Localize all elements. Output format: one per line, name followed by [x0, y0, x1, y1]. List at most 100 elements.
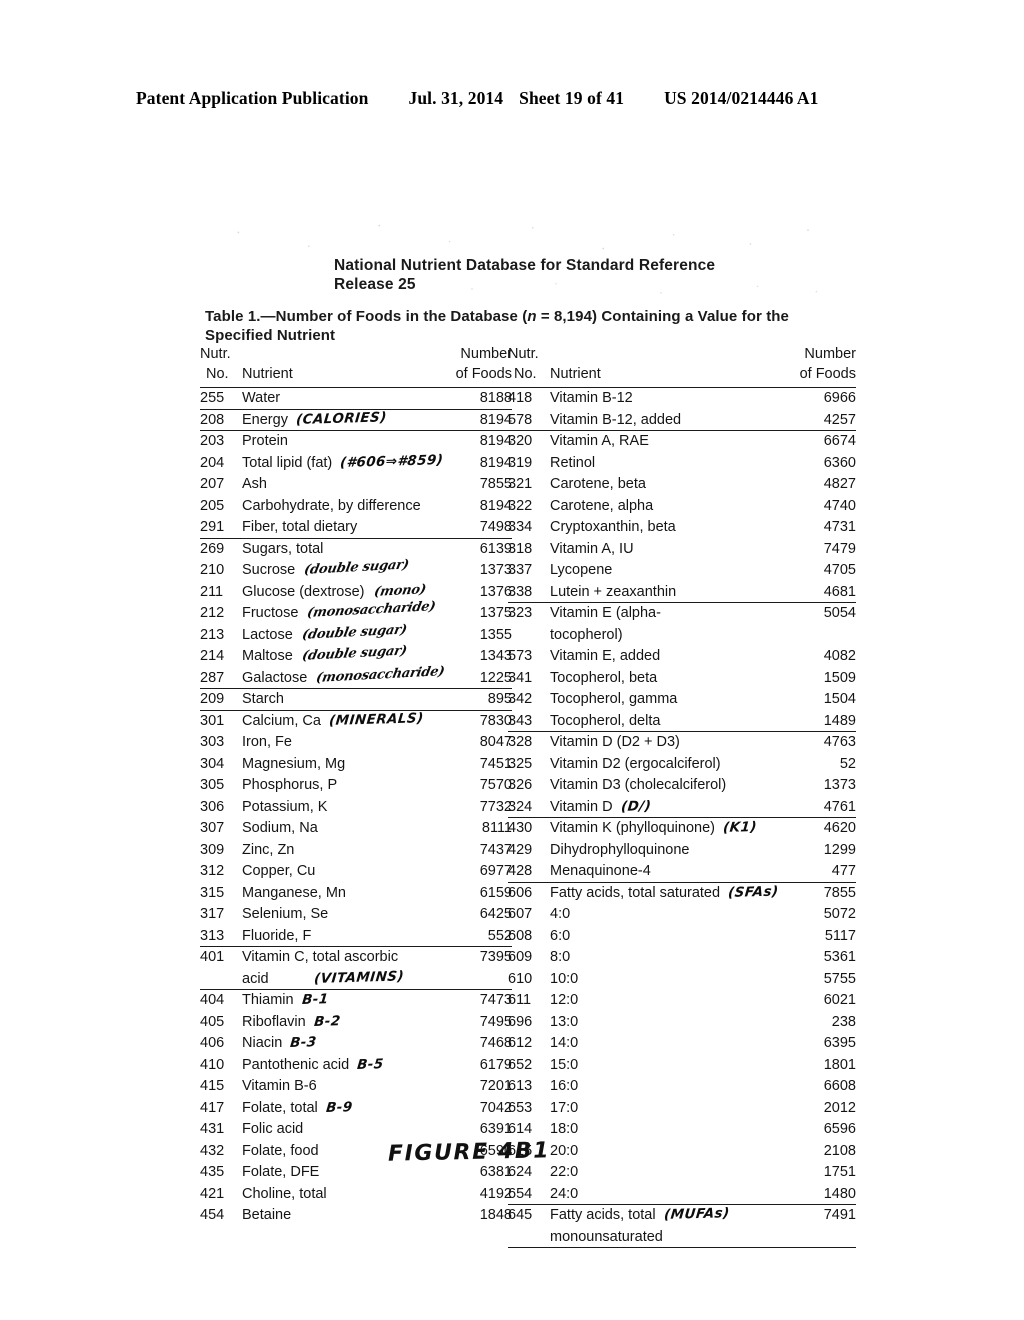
table-row: 208 Energy (CALORIES) 8194	[200, 409, 512, 431]
table-row: 429 Dihydrophylloquinone 1299	[508, 840, 856, 862]
nutrient-name: Pantothenic acid B-5	[242, 1055, 385, 1077]
number-of-foods-value: 1299	[823, 841, 856, 858]
right-rows-container: 418 Vitamin B-12 6966 578 Vitamin B-12, adde…	[508, 388, 856, 1248]
section-divider	[508, 1247, 856, 1248]
nutrient-name: Sodium, Na	[242, 818, 318, 840]
table-row: 312 Copper, Cu 6977	[200, 861, 512, 883]
nutrient-number: 324	[508, 798, 533, 815]
nutrient-name-text: Retinol	[550, 454, 596, 471]
handwritten-annotation: (SFAs)	[727, 883, 780, 901]
number-of-foods-value: 477	[831, 863, 856, 879]
nutrient-name: Sucrose (double sugar)	[242, 557, 410, 582]
nutrient-name-text: Tocopherol, gamma	[550, 691, 678, 707]
nutrient-name-text: Dihydrophylloquinone	[550, 841, 690, 858]
nutrient-number: 203	[200, 433, 225, 449]
nutrient-name: 4:0	[550, 904, 570, 926]
nutrient-number: 315	[200, 884, 225, 901]
nutrient-name-text: Sucrose	[242, 562, 296, 578]
nutrient-name: Protein	[242, 431, 288, 453]
nutrient-name-text: 6:0	[550, 927, 571, 944]
nutrient-name-line2: monounsaturated	[550, 1227, 663, 1249]
nutrient-name-text: Water	[242, 390, 281, 406]
nutrient-number: 429	[508, 841, 533, 858]
number-of-foods-value: 2012	[823, 1099, 856, 1116]
table-row: 615 20:0 2108	[508, 1141, 856, 1163]
nutrient-name: Sugars, total	[242, 539, 323, 561]
nutrient-number: 255	[200, 390, 225, 406]
nutrient-number: 305	[200, 777, 225, 793]
table-caption-mid: = 8,194) Containing a Value for the	[536, 308, 789, 325]
nutrient-name-text: Iron, Fe	[242, 734, 292, 750]
number-of-foods-value: 6360	[823, 454, 856, 471]
nutrient-name: Betaine	[242, 1205, 291, 1227]
header-nutrient: Nutrient	[550, 366, 601, 382]
number-of-foods-value: 5117	[824, 927, 856, 944]
nutrient-name-text: 17:0	[550, 1099, 579, 1116]
nutrient-number: 341	[508, 669, 533, 686]
nutrient-number: 313	[200, 927, 225, 944]
table-row: 415 Vitamin B-6 7201	[200, 1076, 512, 1098]
nutrient-name: 24:0	[550, 1184, 578, 1206]
nutrient-name: Iron, Fe	[242, 732, 292, 754]
nutrient-number: 611	[508, 992, 532, 1008]
number-of-foods-value: 1489	[823, 712, 856, 729]
nutrient-number: 304	[200, 755, 225, 772]
nutrient-name: Niacin B-3	[242, 1033, 318, 1055]
handwritten-annotation: B-9	[325, 1098, 354, 1116]
table-caption: Table 1.—Number of Foods in the Database…	[205, 307, 895, 345]
nutrient-name: 18:0	[550, 1119, 578, 1141]
nutrient-name: Total lipid (fat) (#606⇒#859)	[242, 452, 444, 475]
nutrient-number: 334	[508, 519, 533, 535]
nutrient-name: Vitamin E (alpha-tocopherol)	[550, 603, 661, 643]
table-row: 454 Betaine 1848	[200, 1205, 512, 1227]
nutrient-number: 406	[200, 1035, 225, 1051]
nutrient-number: 212	[200, 605, 225, 621]
table-row: 406 Niacin B-3 7468	[200, 1033, 512, 1055]
nutrient-name-text: Vitamin A, IU	[550, 540, 634, 557]
right-column-header: Nutr. No. Nutrient Number of Foods	[508, 344, 856, 387]
nutrient-name-text: Fructose	[242, 605, 299, 621]
scan-speckle-artifact	[200, 214, 840, 260]
nutrient-name-text: Ash	[242, 476, 267, 492]
nutrient-number: 204	[200, 454, 225, 471]
nutrient-number: 301	[200, 712, 225, 729]
table-row: 435 Folate, DFE 6381	[200, 1162, 512, 1184]
nutrient-name-text: Fiber, total dietary	[242, 519, 358, 535]
nutrient-name: Galactose (monosaccharide)	[242, 664, 446, 690]
nutrient-number: 421	[200, 1185, 225, 1202]
nutrient-name-text: 13:0	[550, 1013, 579, 1030]
table-row: 306 Potassium, K 7732	[200, 797, 512, 819]
table-row: 307 Sodium, Na 8111	[200, 818, 512, 840]
nutrient-name: 22:0	[550, 1162, 578, 1184]
nutrient-number: 323	[508, 605, 533, 621]
nutrient-name-text: Manganese, Mn	[242, 884, 346, 901]
nutrient-name-text: Phosphorus, P	[242, 777, 338, 793]
table-row: 255 Water 8188	[200, 388, 512, 410]
number-of-foods-value: 5054	[823, 605, 856, 621]
table-row: 287 Galactose (monosaccharide) 1225	[200, 664, 512, 690]
nutrient-number: 321	[508, 476, 533, 492]
nutrient-name: 12:0	[550, 990, 578, 1012]
nutrient-number: 319	[508, 454, 533, 471]
nutrient-name-text: Tocopherol, delta	[550, 712, 661, 729]
nutrient-name-text: Starch	[242, 691, 284, 707]
nutrient-name: Fatty acids, total saturated (SFAs)	[550, 883, 780, 905]
nutrient-name: Folate, food	[242, 1141, 319, 1163]
header-number: Number	[460, 346, 512, 362]
figure-4b1: National Nutrient Database for Standard …	[0, 0, 1024, 1320]
nutrient-name-text: 22:0	[550, 1164, 579, 1180]
nutrient-name-line2: acid (VITAMINS)	[242, 968, 404, 991]
header-nutr: Nutr.	[200, 346, 231, 362]
table-row: 608 6:0 5117	[508, 926, 856, 948]
nutrient-name-text: Protein	[242, 433, 288, 449]
table-row: 337 Lycopene 4705	[508, 560, 856, 582]
nutrient-name-text: Folate, food	[242, 1142, 319, 1159]
table-row: 328 Vitamin D (D2 + D3) 4763	[508, 732, 856, 754]
left-column-header: Nutr. No. Nutrient Number of Foods	[200, 344, 512, 387]
nutrient-name: Ash	[242, 474, 267, 496]
nutrient-number: 428	[508, 863, 533, 879]
table-row: 611 12:0 6021	[508, 990, 856, 1012]
nutrient-name-text: Thiamin	[242, 992, 294, 1008]
nutrient-name-text: Menaquinone-4	[550, 863, 651, 879]
table-row: 696 13:0 238	[508, 1012, 856, 1034]
